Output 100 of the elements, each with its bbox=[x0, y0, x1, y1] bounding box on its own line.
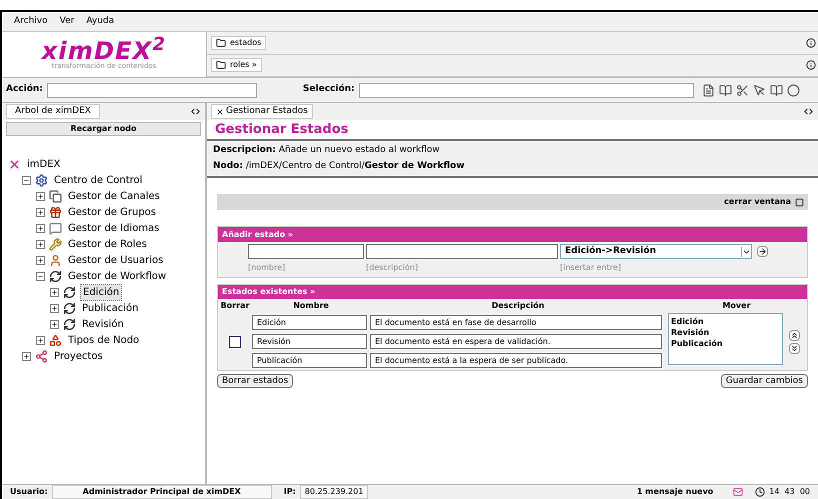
description-field[interactable]: El documento está en espera de validación. bbox=[370, 334, 662, 349]
scissors-icon[interactable] bbox=[736, 84, 749, 96]
selection-label: Selección: bbox=[302, 83, 355, 96]
network-icon bbox=[35, 350, 48, 362]
user-name: Administrador Principal de ximDEX bbox=[52, 485, 272, 499]
menu-item[interactable]: Archivo bbox=[14, 14, 48, 28]
action-label: Acción: bbox=[6, 83, 43, 96]
column-header: Descripción bbox=[490, 300, 546, 312]
expand-icon[interactable] bbox=[50, 320, 59, 328]
collapse-icon[interactable] bbox=[22, 176, 31, 184]
list-item[interactable]: Edición bbox=[671, 316, 780, 327]
name-field[interactable]: Edición bbox=[252, 315, 367, 330]
tree-item[interactable]: Gestor de Canales bbox=[66, 188, 162, 204]
page-title: Gestionar Estados bbox=[214, 121, 350, 139]
column-header: Nombre bbox=[292, 300, 330, 312]
close-icon[interactable] bbox=[795, 198, 804, 206]
expand-icon[interactable] bbox=[22, 352, 31, 360]
ip-label: IP: bbox=[284, 486, 296, 498]
description-text: Descripcion: Añade un nuevo estado al workflow bbox=[213, 144, 441, 157]
close-window-link[interactable]: cerrar ventana bbox=[724, 196, 791, 208]
section-header: Añadir estado » bbox=[218, 227, 807, 242]
tree-item[interactable]: Gestor de Idiomas bbox=[66, 220, 162, 236]
expand-icon[interactable] bbox=[36, 208, 45, 216]
gear-icon bbox=[35, 174, 48, 186]
expand-icon[interactable] bbox=[36, 224, 45, 232]
move-up-icon[interactable] bbox=[789, 330, 800, 340]
close-icon[interactable] bbox=[216, 108, 224, 116]
panel-tab[interactable]: Arbol de ximDEX bbox=[6, 104, 100, 120]
move-down-icon[interactable] bbox=[789, 342, 800, 354]
expand-icon[interactable] bbox=[50, 304, 59, 312]
insert-button-icon[interactable] bbox=[757, 246, 768, 257]
save-button[interactable]: Guardar cambios bbox=[720, 374, 808, 388]
menu-item[interactable]: Ver bbox=[60, 14, 74, 28]
selection-field[interactable] bbox=[358, 82, 694, 98]
tree-item[interactable]: Gestor de Workflow bbox=[66, 268, 168, 284]
document-icon[interactable] bbox=[702, 84, 715, 96]
field-hint: [descripción] bbox=[366, 262, 419, 274]
mail-icon[interactable] bbox=[733, 487, 744, 497]
book-icon[interactable] bbox=[718, 84, 732, 96]
tree-item[interactable]: Gestor de Grupos bbox=[66, 204, 158, 220]
tree-item[interactable]: Revisión bbox=[80, 316, 126, 332]
shapes-icon bbox=[49, 334, 62, 346]
info-icon[interactable] bbox=[806, 60, 816, 70]
pointer-icon[interactable] bbox=[752, 84, 766, 96]
checkbox[interactable] bbox=[229, 336, 241, 348]
cycle-arrows-icon bbox=[63, 302, 76, 314]
tools-icon bbox=[49, 238, 62, 250]
tree-item[interactable]: Proyectos bbox=[52, 348, 105, 364]
person-icon bbox=[49, 254, 62, 266]
cycle-arrows-icon bbox=[63, 286, 76, 298]
tree-item[interactable]: Edición bbox=[80, 284, 122, 300]
expand-icon[interactable] bbox=[36, 192, 45, 200]
expand-icon[interactable] bbox=[50, 288, 59, 296]
tree-item[interactable]: Tipos de Nodo bbox=[66, 332, 142, 348]
tree-item[interactable]: imDEX bbox=[25, 156, 62, 172]
tree-item[interactable]: Centro de Control bbox=[52, 172, 144, 188]
list-item[interactable]: Publicación bbox=[671, 338, 780, 349]
collapse-icon[interactable] bbox=[36, 272, 45, 280]
clock-time: 14 43 00 bbox=[769, 486, 810, 498]
action-field[interactable] bbox=[46, 82, 257, 98]
menu-item[interactable]: Ayuda bbox=[86, 14, 114, 28]
collapse-panel-icon[interactable] bbox=[190, 106, 201, 117]
field-hint: [insertar entre] bbox=[560, 262, 621, 274]
info-icon[interactable] bbox=[806, 38, 816, 48]
description-field[interactable]: El documento está a la espera de ser publicado. bbox=[370, 353, 662, 368]
messages-text: 1 mensaje nuevo bbox=[636, 486, 714, 498]
list-item[interactable]: Revisión bbox=[671, 327, 780, 338]
tree-item[interactable]: Gestor de Roles bbox=[66, 236, 149, 252]
move-list[interactable]: Edición Revisión Publicación bbox=[668, 313, 783, 365]
name-field[interactable]: Revisión bbox=[252, 334, 367, 349]
folder-icon bbox=[216, 38, 226, 48]
name-field[interactable]: Publicación bbox=[252, 353, 367, 368]
description-field[interactable]: El documento está en fase de desarrollo bbox=[370, 315, 662, 330]
header-tab[interactable]: estados bbox=[211, 36, 266, 50]
circle-icon[interactable] bbox=[786, 84, 800, 96]
description-field[interactable] bbox=[366, 244, 558, 259]
pages-icon bbox=[49, 190, 62, 202]
expand-icon[interactable] bbox=[36, 336, 45, 344]
ip-address: 80.25.239.201 bbox=[300, 485, 368, 499]
dropdown-arrow-icon[interactable] bbox=[741, 246, 751, 256]
expand-icon[interactable] bbox=[36, 240, 45, 248]
position-select[interactable]: Edición->Revisión bbox=[560, 244, 752, 259]
cycle-arrows-icon bbox=[63, 318, 76, 330]
node-path: Nodo: /imDEX/Centro de Control/Gestor de Workflow bbox=[213, 160, 466, 172]
tree-item[interactable]: Gestor de Usuarios bbox=[66, 252, 166, 268]
gift-icon bbox=[49, 206, 62, 218]
header-tab[interactable]: roles » bbox=[211, 58, 262, 72]
collapse-panel-icon[interactable] bbox=[803, 106, 814, 117]
speech-bubble-icon bbox=[49, 222, 62, 234]
column-header: Borrar bbox=[220, 300, 250, 312]
delete-button[interactable]: Borrar estados bbox=[217, 374, 294, 388]
book-icon[interactable] bbox=[770, 84, 783, 96]
cycle-arrows-icon bbox=[49, 270, 62, 282]
expand-icon[interactable] bbox=[36, 256, 45, 264]
tree-item[interactable]: Publicación bbox=[80, 300, 140, 316]
folder-icon bbox=[216, 60, 226, 70]
name-field[interactable] bbox=[248, 244, 364, 259]
content-tab[interactable]: Gestionar Estados bbox=[211, 104, 313, 120]
column-header: Mover bbox=[721, 300, 752, 312]
reload-button[interactable]: Recargar nodo bbox=[6, 122, 201, 136]
